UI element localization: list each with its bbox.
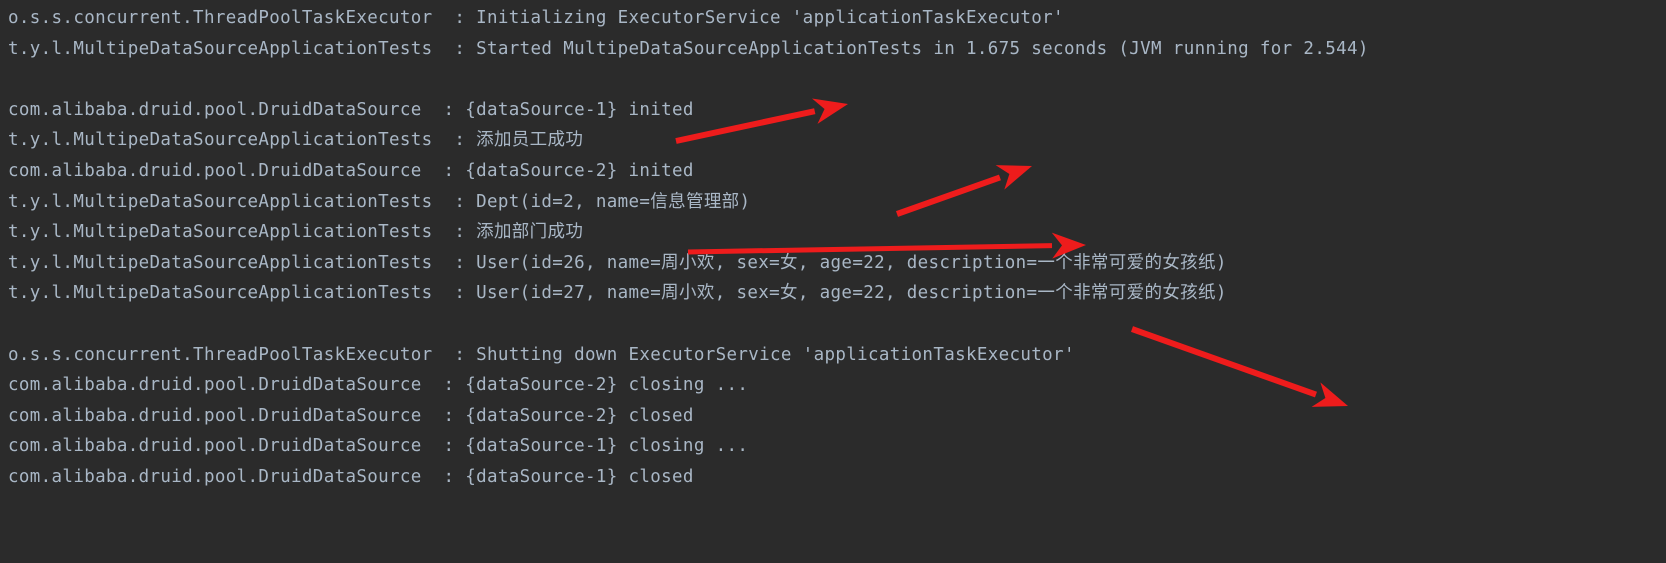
log-separator: : [432, 38, 477, 59]
log-message: Started MultipeDataSourceApplicationTest… [476, 38, 1369, 59]
log-separator: : [432, 191, 477, 212]
log-separator: : [421, 466, 466, 487]
log-message: Initializing ExecutorService 'applicatio… [476, 8, 1064, 28]
log-separator: : [421, 375, 466, 396]
log-separator: : [421, 436, 466, 457]
log-message: User(id=27, name=周小欢, sex=女, age=22, des… [476, 283, 1227, 304]
log-message: 添加部门成功 [476, 222, 584, 243]
log-logger-name: com.alibaba.druid.pool.DruidDataSource [8, 375, 422, 396]
log-line: com.alibaba.druid.pool.DruidDataSource :… [8, 431, 1369, 462]
log-line: t.y.l.MultipeDataSourceApplicationTests … [8, 217, 1369, 248]
log-line-blank [8, 64, 1369, 95]
log-line: com.alibaba.druid.pool.DruidDataSource :… [8, 401, 1369, 432]
log-logger-name: t.y.l.MultipeDataSourceApplicationTests [8, 222, 433, 243]
log-logger-name: com.alibaba.druid.pool.DruidDataSource [8, 99, 422, 120]
log-logger-name: com.alibaba.druid.pool.DruidDataSource [8, 160, 422, 181]
log-logger-name: t.y.l.MultipeDataSourceApplicationTests [8, 130, 433, 151]
log-line: com.alibaba.druid.pool.DruidDataSource :… [8, 370, 1369, 401]
log-logger-name: t.y.l.MultipeDataSourceApplicationTests [8, 38, 433, 59]
log-logger-name: o.s.s.concurrent.ThreadPoolTaskExecutor [8, 344, 433, 365]
log-message: 添加员工成功 [476, 130, 584, 151]
log-message: {dataSource-1} closed [465, 466, 694, 487]
log-message: {dataSource-2} closing ... [465, 375, 749, 396]
log-logger-name: com.alibaba.druid.pool.DruidDataSource [8, 436, 422, 457]
log-separator: : [432, 222, 477, 243]
log-line-list: o.s.s.concurrent.ThreadPoolTaskExecutor … [0, 0, 1369, 493]
log-line: com.alibaba.druid.pool.DruidDataSource :… [8, 156, 1369, 187]
log-line: com.alibaba.druid.pool.DruidDataSource :… [8, 462, 1369, 493]
log-message: {dataSource-1} inited [465, 99, 694, 120]
log-logger-name: o.s.s.concurrent.ThreadPoolTaskExecutor [8, 8, 433, 28]
log-line: t.y.l.MultipeDataSourceApplicationTests … [8, 187, 1369, 218]
log-logger-name: t.y.l.MultipeDataSourceApplicationTests [8, 191, 433, 212]
log-logger-name: com.alibaba.druid.pool.DruidDataSource [8, 466, 422, 487]
log-line: t.y.l.MultipeDataSourceApplicationTests … [8, 34, 1369, 65]
log-line: t.y.l.MultipeDataSourceApplicationTests … [8, 248, 1369, 279]
log-separator: : [432, 130, 477, 151]
log-line: o.s.s.concurrent.ThreadPoolTaskExecutor … [8, 340, 1369, 371]
log-message: {dataSource-2} inited [465, 160, 694, 181]
log-separator: : [421, 99, 466, 120]
log-logger-name: t.y.l.MultipeDataSourceApplicationTests [8, 252, 433, 273]
console-log-panel[interactable]: o.s.s.concurrent.ThreadPoolTaskExecutor … [0, 0, 1666, 563]
log-separator: : [421, 160, 466, 181]
log-message: Shutting down ExecutorService 'applicati… [476, 344, 1075, 365]
log-separator: : [421, 405, 466, 426]
log-message: User(id=26, name=周小欢, sex=女, age=22, des… [476, 252, 1227, 273]
log-line: t.y.l.MultipeDataSourceApplicationTests … [8, 278, 1369, 309]
log-line: com.alibaba.druid.pool.DruidDataSource :… [8, 95, 1369, 126]
log-line-blank [8, 309, 1369, 340]
log-message: {dataSource-2} closed [465, 405, 694, 426]
log-separator: : [432, 344, 477, 365]
log-logger-name: t.y.l.MultipeDataSourceApplicationTests [8, 283, 433, 304]
log-separator: : [432, 252, 477, 273]
log-message: {dataSource-1} closing ... [465, 436, 749, 457]
log-line: o.s.s.concurrent.ThreadPoolTaskExecutor … [8, 3, 1369, 34]
log-message: Dept(id=2, name=信息管理部) [476, 191, 751, 212]
log-line: t.y.l.MultipeDataSourceApplicationTests … [8, 125, 1369, 156]
log-logger-name: com.alibaba.druid.pool.DruidDataSource [8, 405, 422, 426]
log-separator: : [432, 8, 477, 28]
log-separator: : [432, 283, 477, 304]
